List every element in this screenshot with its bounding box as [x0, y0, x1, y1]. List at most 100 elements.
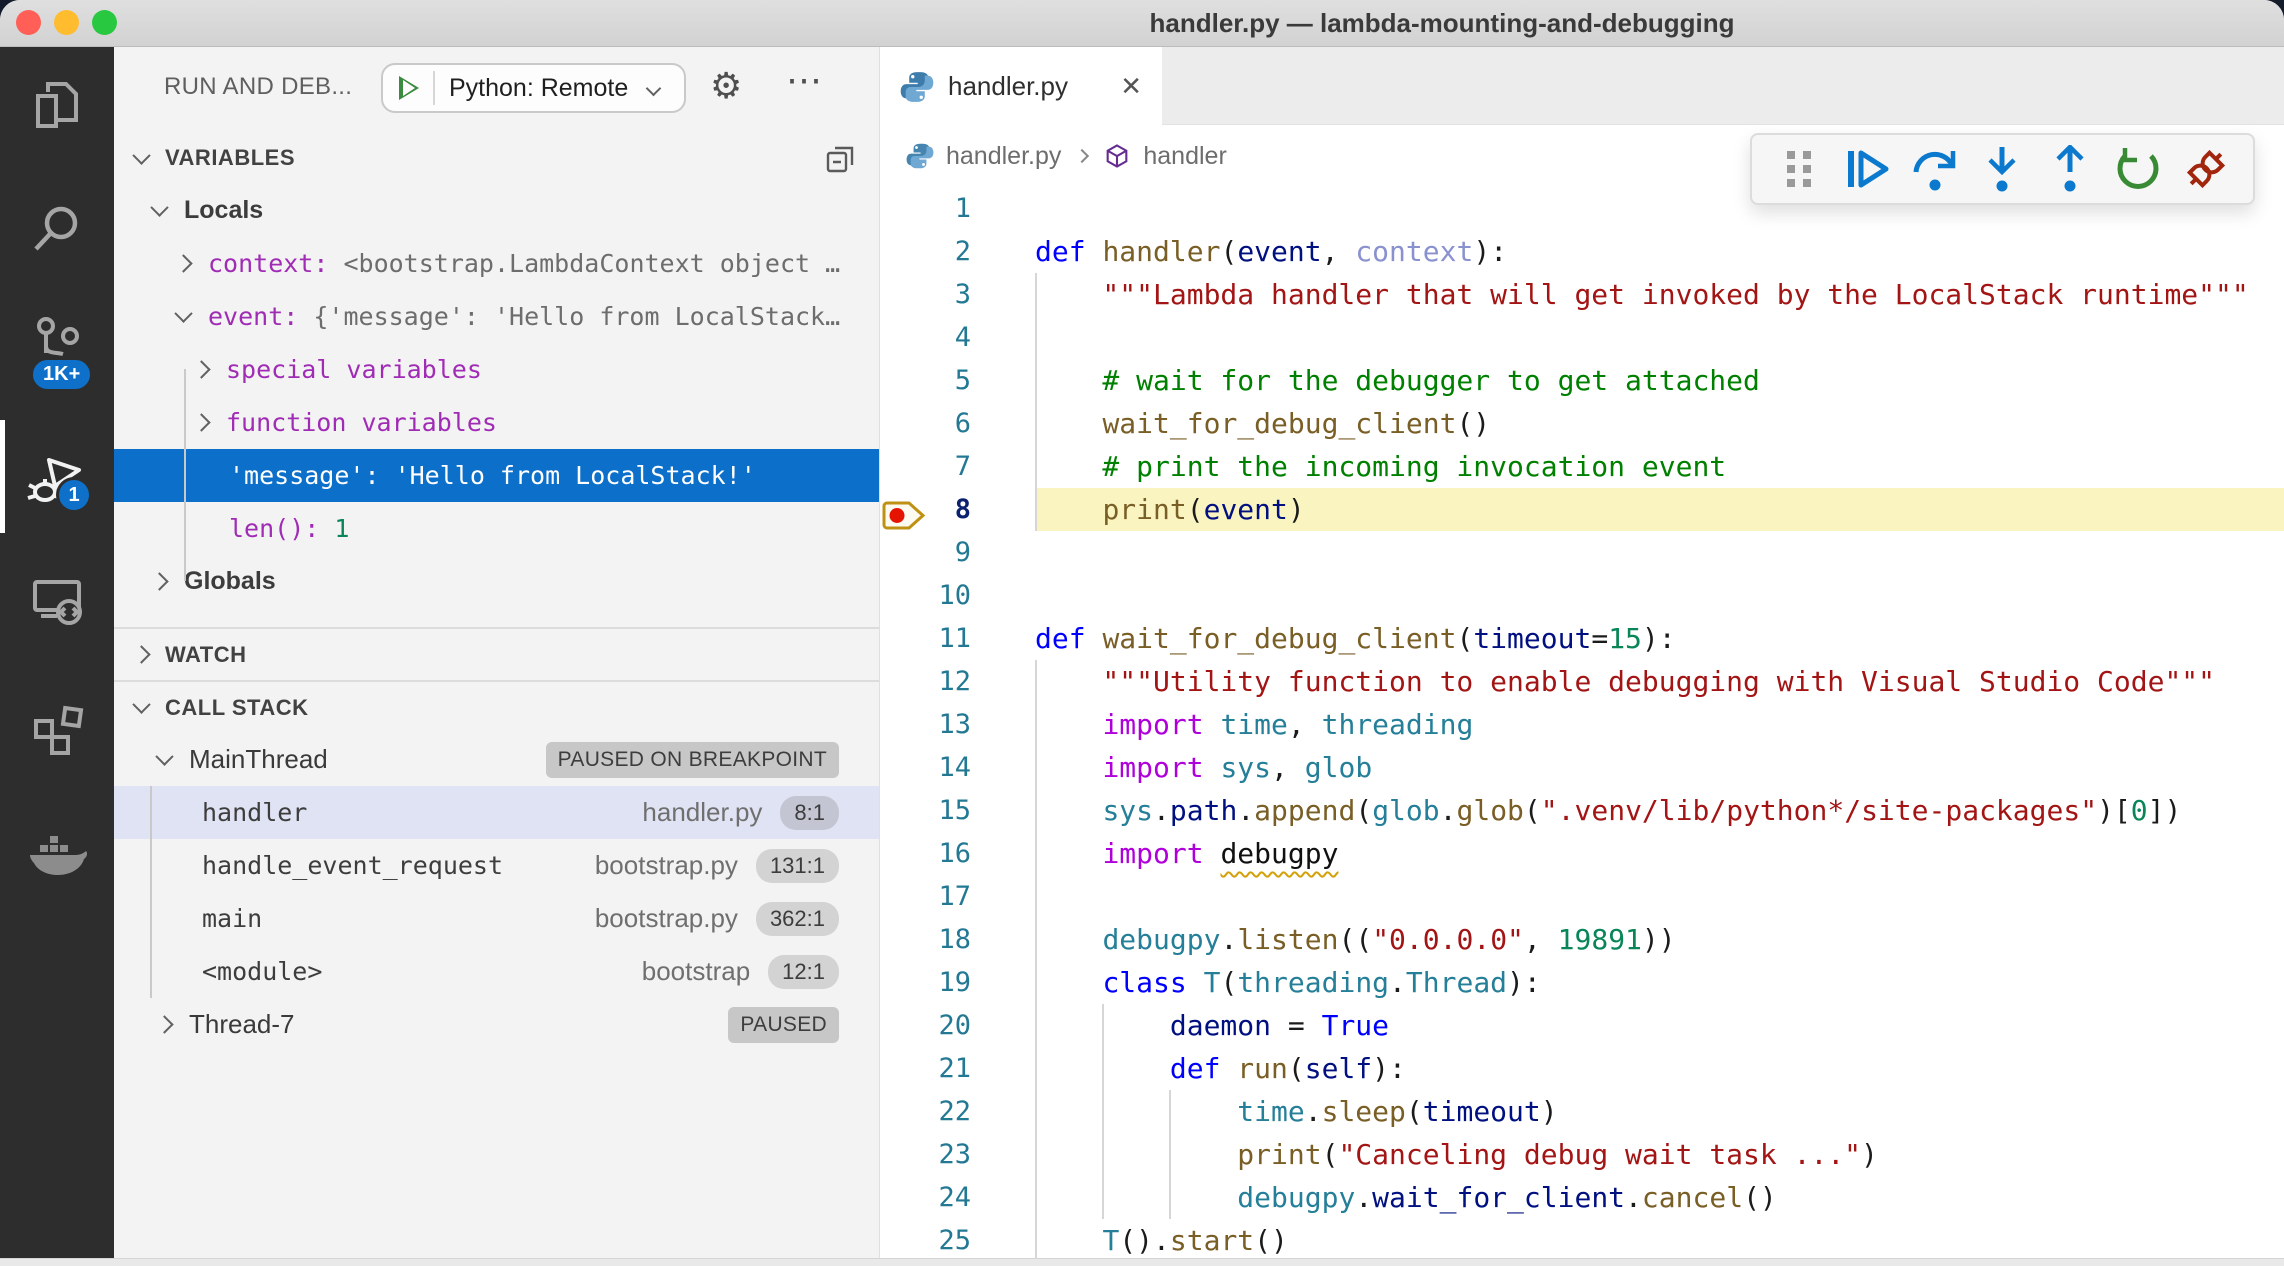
callstack-row[interactable]: MainThreadPAUSED ON BREAKPOINT	[114, 733, 879, 786]
code-line[interactable]: 21 def run(self):	[880, 1047, 2284, 1090]
callstack-section-header[interactable]: CALL STACK	[114, 680, 879, 733]
variables-row[interactable]: Locals	[114, 184, 879, 237]
gutter[interactable]: 1	[880, 193, 1035, 224]
gutter[interactable]: 12	[880, 666, 1035, 697]
step-over-button[interactable]	[1904, 140, 1966, 198]
code-line[interactable]: 10	[880, 574, 2284, 617]
breakpoint-current-line-icon[interactable]	[882, 499, 928, 532]
gutter[interactable]: 7	[880, 451, 1035, 482]
variables-row[interactable]: special variables	[114, 343, 879, 396]
breadcrumb-symbol[interactable]: handler	[1143, 142, 1226, 171]
gutter[interactable]: 4	[880, 322, 1035, 353]
extensions-icon	[28, 699, 86, 757]
start-debug-icon[interactable]	[399, 76, 419, 100]
callstack-row[interactable]: <module>bootstrap12:1	[114, 945, 879, 998]
gutter[interactable]: 14	[880, 752, 1035, 783]
close-icon[interactable]: ✕	[1120, 71, 1142, 102]
code-line[interactable]: 18 debugpy.listen(("0.0.0.0", 19891))	[880, 918, 2284, 961]
step-into-button[interactable]	[1971, 140, 2033, 198]
code-text: print("Canceling debug wait task ...")	[1035, 1138, 1878, 1171]
gutter[interactable]: 8	[880, 494, 1035, 525]
gutter[interactable]: 19	[880, 967, 1035, 998]
tab-handler-py[interactable]: handler.py ✕	[880, 47, 1162, 126]
callstack-row[interactable]: handle_event_requestbootstrap.py131:1	[114, 839, 879, 892]
files-icon	[28, 76, 86, 134]
code-line[interactable]: 9	[880, 531, 2284, 574]
callstack-row[interactable]: handlerhandler.py8:1	[114, 786, 879, 839]
line-number: 23	[938, 1139, 1035, 1170]
gutter[interactable]: 3	[880, 279, 1035, 310]
code-line[interactable]: 11def wait_for_debug_client(timeout=15):	[880, 617, 2284, 660]
gutter[interactable]: 2	[880, 236, 1035, 267]
code-area[interactable]: 1 2def handler(event, context):3 """Lambd…	[880, 187, 2284, 1266]
drag-handle[interactable]	[1768, 140, 1830, 198]
gutter[interactable]: 10	[880, 580, 1035, 611]
breadcrumb-file[interactable]: handler.py	[946, 142, 1061, 171]
sidebar-item-search[interactable]	[0, 178, 114, 278]
code-line[interactable]: 8 print(event)	[880, 488, 2284, 531]
close-window-button[interactable]	[16, 10, 41, 35]
gutter[interactable]: 23	[880, 1139, 1035, 1170]
variables-row[interactable]: 'message': 'Hello from LocalStack!'	[114, 449, 879, 502]
code-line[interactable]: 19 class T(threading.Thread):	[880, 961, 2284, 1004]
code-line[interactable]: 17	[880, 875, 2284, 918]
code-line[interactable]: 14 import sys, glob	[880, 746, 2284, 789]
sidebar-item-run-and-debug[interactable]	[0, 428, 114, 528]
gutter[interactable]: 6	[880, 408, 1035, 439]
gear-icon[interactable]: ⚙	[710, 65, 742, 107]
code-line[interactable]: 25 T().start()	[880, 1219, 2284, 1262]
gutter[interactable]: 17	[880, 881, 1035, 912]
gutter[interactable]: 9	[880, 537, 1035, 568]
gutter[interactable]: 22	[880, 1096, 1035, 1127]
sidebar-item-remote-explorer[interactable]	[0, 550, 114, 650]
code-line[interactable]: 7 # print the incoming invocation event	[880, 445, 2284, 488]
code-line[interactable]: 4	[880, 316, 2284, 359]
code-line[interactable]: 23 print("Canceling debug wait task ..."…	[880, 1133, 2284, 1176]
code-line[interactable]: 2def handler(event, context):	[880, 230, 2284, 273]
zoom-window-button[interactable]	[92, 10, 117, 35]
code-line[interactable]: 15 sys.path.append(glob.glob(".venv/lib/…	[880, 789, 2284, 832]
code-line[interactable]: 13 import time, threading	[880, 703, 2284, 746]
code-line[interactable]: 22 time.sleep(timeout)	[880, 1090, 2284, 1133]
variables-row[interactable]: context: <bootstrap.LambdaContext object…	[114, 237, 879, 290]
disconnect-button[interactable]	[2175, 140, 2237, 198]
gutter[interactable]: 5	[880, 365, 1035, 396]
gutter[interactable]: 15	[880, 795, 1035, 826]
gutter[interactable]: 18	[880, 924, 1035, 955]
gutter[interactable]: 13	[880, 709, 1035, 740]
code-line[interactable]: 6 wait_for_debug_client()	[880, 402, 2284, 445]
variables-row[interactable]: function variables	[114, 396, 879, 449]
gutter[interactable]: 11	[880, 623, 1035, 654]
variables-row[interactable]: len(): 1	[114, 502, 879, 555]
gutter[interactable]: 16	[880, 838, 1035, 869]
code-line[interactable]: 24 debugpy.wait_for_client.cancel()	[880, 1176, 2284, 1219]
code-line[interactable]: 5 # wait for the debugger to get attache…	[880, 359, 2284, 402]
chevron-down-icon	[155, 747, 173, 765]
gutter[interactable]: 20	[880, 1010, 1035, 1041]
variables-row[interactable]: event: {'message': 'Hello from LocalStac…	[114, 290, 879, 343]
gutter[interactable]: 24	[880, 1182, 1035, 1213]
sidebar-item-docker[interactable]	[0, 808, 114, 908]
sidebar-item-explorer[interactable]	[0, 55, 114, 155]
code-line[interactable]: 16 import debugpy	[880, 832, 2284, 875]
minimize-window-button[interactable]	[54, 10, 79, 35]
step-out-button[interactable]	[2039, 140, 2101, 198]
gutter[interactable]: 25	[880, 1225, 1035, 1256]
restart-button[interactable]	[2107, 140, 2169, 198]
scope-label: Locals	[184, 196, 263, 225]
code-line[interactable]: 20 daemon = True	[880, 1004, 2284, 1047]
collapse-all-icon[interactable]	[825, 144, 855, 174]
more-actions-icon[interactable]: ⋯	[786, 59, 824, 101]
variables-row[interactable]: Globals	[114, 555, 879, 608]
variables-section-header[interactable]: VARIABLES	[114, 136, 879, 180]
sidebar-item-extensions[interactable]	[0, 678, 114, 778]
watch-section-header[interactable]: WATCH	[114, 627, 879, 680]
code-line[interactable]: 12 """Utility function to enable debuggi…	[880, 660, 2284, 703]
launch-config-dropdown[interactable]: Python: Remote	[381, 63, 686, 113]
callstack-row[interactable]: Thread-7PAUSED	[114, 998, 879, 1051]
callstack-row[interactable]: mainbootstrap.py362:1	[114, 892, 879, 945]
continue-button[interactable]	[1836, 140, 1898, 198]
code-line[interactable]: 3 """Lambda handler that will get invoke…	[880, 273, 2284, 316]
gutter[interactable]: 21	[880, 1053, 1035, 1084]
callstack-section-label: CALL STACK	[165, 695, 309, 721]
